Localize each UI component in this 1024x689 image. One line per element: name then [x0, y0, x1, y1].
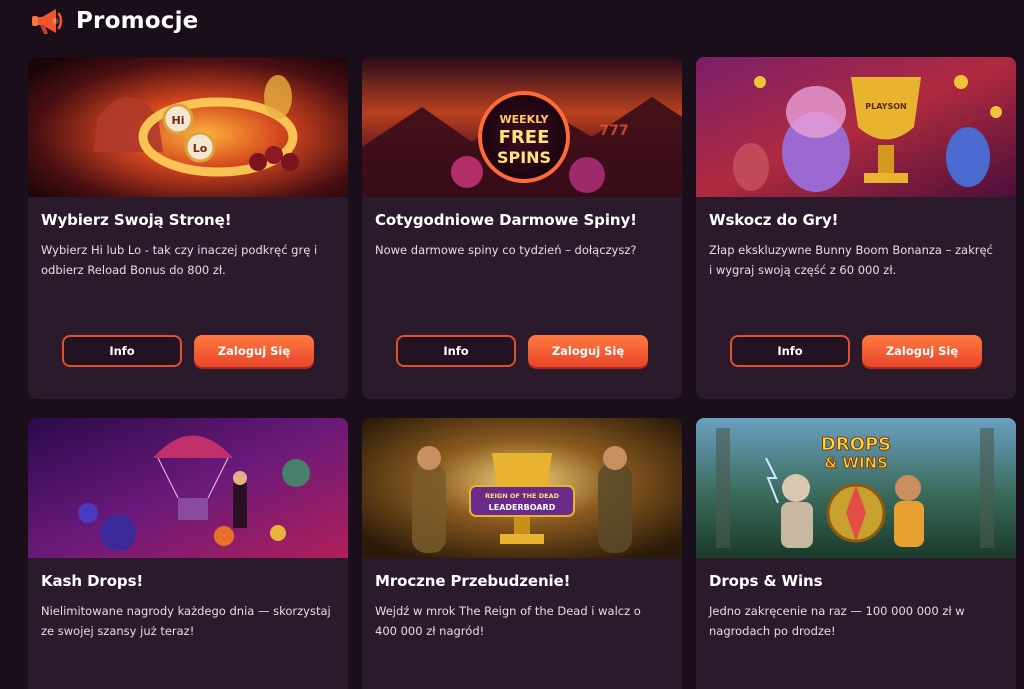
- promo-title: Kash Drops!: [41, 572, 144, 590]
- svg-text:PLAYSON: PLAYSON: [865, 102, 906, 111]
- svg-text:WEEKLY: WEEKLY: [500, 113, 550, 126]
- promo-banner-kash-drops[interactable]: [28, 418, 348, 558]
- info-button[interactable]: Info: [396, 335, 516, 367]
- promo-description: Nielimitowane nagrody każdego dnia — sko…: [41, 604, 331, 638]
- svg-text:LEADERBOARD: LEADERBOARD: [489, 503, 556, 512]
- promo-description: Wejdź w mrok The Reign of the Dead i wal…: [375, 604, 641, 638]
- promo-description: Wybierz Hi lub Lo - tak czy inaczej podk…: [41, 243, 318, 277]
- promo-title: Mroczne Przebudzenie!: [375, 572, 571, 590]
- svg-text:REIGN OF THE DEAD: REIGN OF THE DEAD: [485, 492, 560, 500]
- promo-card-reign-of-the-dead: REIGN OF THE DEAD LEADERBOARD Mroczne Pr…: [362, 418, 682, 689]
- svg-text:FREE: FREE: [499, 127, 550, 148]
- promo-title: Wybierz Swoją Stronę!: [41, 211, 232, 229]
- svg-text:DROPS: DROPS: [821, 434, 891, 455]
- promo-description: Jedno zakręcenie na raz — 100 000 000 zł…: [709, 604, 965, 638]
- svg-text:Lo: Lo: [193, 142, 208, 155]
- login-button[interactable]: Zaloguj Się: [194, 335, 314, 367]
- promo-description: Złap ekskluzywne Bunny Boom Bonanza – za…: [709, 243, 993, 277]
- login-button[interactable]: Zaloguj Się: [528, 335, 648, 367]
- promo-description: Nowe darmowe spiny co tydzień – dołączys…: [375, 243, 637, 257]
- promo-card-hi-lo: Hi Lo Wybierz Swoją Stronę! Wybierz Hi l…: [28, 57, 348, 399]
- megaphone-icon: [32, 9, 63, 34]
- promo-card-bunny-boom: PLAYSON Wskocz do Gry! Złap ekskluzywne …: [696, 57, 1016, 399]
- svg-text:SPINS: SPINS: [497, 148, 551, 167]
- promo-card-kash-drops: Kash Drops! Nielimitowane nagrody każdeg…: [28, 418, 348, 689]
- promo-title: Wskocz do Gry!: [709, 211, 839, 229]
- promo-card-weekly-free-spins: WEEKLY FREE SPINS 777 Cotygodniowe Darmo…: [362, 57, 682, 399]
- svg-text:777: 777: [599, 123, 628, 139]
- info-button[interactable]: Info: [730, 335, 850, 367]
- svg-text:Hi: Hi: [172, 114, 185, 127]
- promo-banner-weekly-free-spins[interactable]: WEEKLY FREE SPINS 777: [362, 57, 682, 197]
- page-header: Promocje: [30, 2, 199, 40]
- promo-banner-reign-of-the-dead[interactable]: REIGN OF THE DEAD LEADERBOARD: [362, 418, 682, 558]
- promo-banner-drops-and-wins[interactable]: DROPS & WINS: [696, 418, 1016, 558]
- svg-text:& WINS: & WINS: [824, 454, 888, 472]
- login-button[interactable]: Zaloguj Się: [862, 335, 982, 367]
- promotions-page: Promocje Hi Lo Wybierz Swoją Stronę! Wyb…: [0, 0, 1024, 689]
- promo-banner-hi-lo[interactable]: Hi Lo: [28, 57, 348, 197]
- promo-banner-bunny-boom[interactable]: PLAYSON: [696, 57, 1016, 197]
- page-title: Promocje: [76, 8, 199, 34]
- promo-title: Drops & Wins: [709, 572, 823, 590]
- promo-title: Cotygodniowe Darmowe Spiny!: [375, 211, 637, 229]
- info-button[interactable]: Info: [62, 335, 182, 367]
- promo-card-drops-and-wins: DROPS & WINS Drops & Wins Jedno zakręcen…: [696, 418, 1016, 689]
